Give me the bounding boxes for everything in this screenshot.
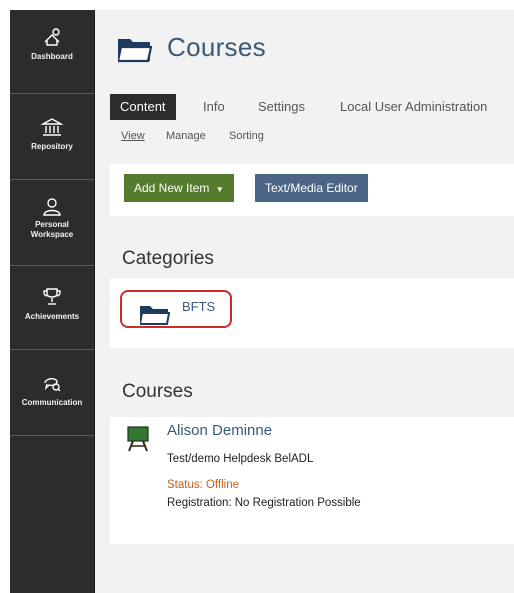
category-item-bfts[interactable]: BFTS bbox=[120, 290, 232, 328]
sidebar-item-personal-workspace[interactable]: Personal Workspace bbox=[10, 180, 94, 266]
course-description: Test/demo Helpdesk BelADL bbox=[167, 453, 314, 465]
text-media-editor-button[interactable]: Text/Media Editor bbox=[255, 174, 368, 202]
folder-icon bbox=[140, 306, 170, 325]
sidebar-item-dashboard[interactable]: Dashboard bbox=[10, 10, 94, 94]
categories-panel: BFTS bbox=[110, 278, 514, 348]
tab-local-user-administration[interactable]: Local User Administration bbox=[340, 94, 487, 120]
add-new-item-label: Add New Item bbox=[134, 181, 210, 195]
categories-heading-bar: Categories bbox=[110, 240, 514, 278]
tab-content[interactable]: Content bbox=[110, 94, 176, 120]
tab-settings[interactable]: Settings bbox=[258, 94, 305, 120]
communication-icon bbox=[44, 378, 61, 392]
course-board-icon bbox=[127, 426, 149, 452]
subtab-sorting[interactable]: Sorting bbox=[229, 130, 264, 142]
course-list-item[interactable]: Alison Deminne Test/demo Helpdesk BelADL… bbox=[110, 417, 514, 544]
sidebar-item-label: Communication bbox=[21, 398, 83, 407]
page-header: Courses bbox=[95, 10, 514, 90]
personal-workspace-icon bbox=[43, 198, 61, 216]
course-status: Status: Offline bbox=[167, 479, 240, 491]
trophy-icon bbox=[43, 288, 61, 305]
courses-heading: Courses bbox=[122, 381, 193, 402]
main-sidebar: Dashboard Repository Personal Workspace … bbox=[10, 10, 95, 593]
sidebar-item-label: Personal Workspace bbox=[30, 220, 74, 239]
caret-down-icon: ▼ bbox=[215, 185, 224, 194]
subtab-manage[interactable]: Manage bbox=[166, 130, 206, 142]
dashboard-icon bbox=[44, 28, 60, 46]
courses-heading-bar: Courses bbox=[110, 373, 514, 411]
sidebar-item-label: Dashboard bbox=[31, 52, 73, 61]
page-title: Courses bbox=[167, 32, 266, 62]
sidebar-item-label: Achievements bbox=[24, 312, 80, 321]
categories-heading: Categories bbox=[122, 248, 214, 269]
course-registration: Registration: No Registration Possible bbox=[167, 497, 361, 509]
repository-icon bbox=[41, 118, 63, 136]
courses-panel: Alison Deminne Test/demo Helpdesk BelADL… bbox=[110, 417, 514, 544]
sidebar-item-achievements[interactable]: Achievements bbox=[10, 266, 94, 350]
add-new-item-button[interactable]: Add New Item ▼ bbox=[124, 174, 234, 202]
toolbar: Add New Item ▼ Text/Media Editor bbox=[110, 164, 514, 216]
sidebar-item-repository[interactable]: Repository bbox=[10, 94, 94, 180]
tab-info[interactable]: Info bbox=[203, 94, 225, 120]
sidebar-item-label: Repository bbox=[31, 142, 73, 151]
category-label: BFTS bbox=[182, 299, 216, 314]
subtab-view[interactable]: View bbox=[121, 130, 145, 142]
course-title-link[interactable]: Alison Deminne bbox=[167, 422, 272, 439]
folder-icon bbox=[118, 39, 152, 63]
sidebar-item-communication[interactable]: Communication bbox=[10, 350, 94, 436]
